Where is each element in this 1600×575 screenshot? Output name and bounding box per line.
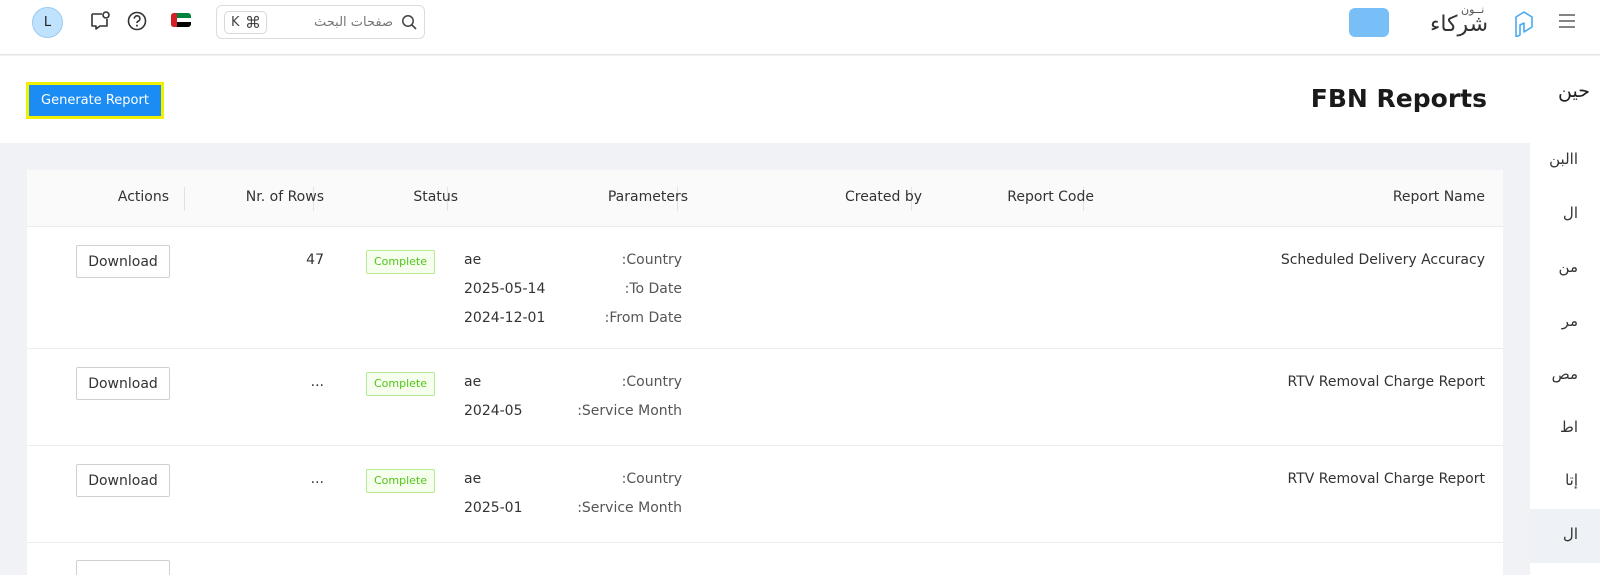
param-value: 2025-01	[464, 500, 523, 516]
generate-report-button[interactable]: Generate Report	[26, 82, 164, 119]
sidebar-item-4[interactable]: مر	[1530, 296, 1600, 350]
param-value: 2024-12-01	[464, 310, 546, 326]
command-key-icon: ⌘	[245, 13, 261, 32]
search-box[interactable]: K ⌘	[216, 5, 425, 39]
col-parameters[interactable]: Parameters	[608, 189, 688, 205]
sidebar-item-1[interactable]: االبن	[1530, 134, 1600, 188]
download-button[interactable]: Download	[76, 245, 170, 278]
download-button[interactable]: Download	[76, 464, 170, 497]
search-input[interactable]	[275, 12, 393, 32]
sidebar-item-label: مص	[1551, 365, 1578, 383]
col-actions: Actions	[117, 189, 169, 205]
feedback-icon[interactable]	[89, 10, 111, 32]
sidebar-item-3[interactable]: من	[1530, 242, 1600, 296]
col-created-by[interactable]: Created by	[845, 189, 922, 205]
sidebar-item-label: ال	[1562, 204, 1578, 222]
sidebar-item-label: االبن	[1549, 150, 1578, 168]
table-row: Scheduled Delivery Accuracy :Country ae …	[27, 227, 1503, 349]
report-name: Scheduled Delivery Accuracy	[1280, 252, 1485, 268]
page-header: Generate Report FBN Reports	[0, 56, 1530, 143]
column-divider	[184, 187, 185, 211]
status-badge: Complete	[366, 372, 436, 396]
param-label: :From Date	[604, 310, 682, 326]
param-value: ae	[464, 471, 482, 487]
param-label: :To Date	[624, 281, 682, 297]
download-button[interactable]	[76, 560, 170, 575]
table-row: RTV Removal Charge Report :Country ae :S…	[27, 446, 1503, 543]
param-label: :Country	[621, 252, 682, 268]
param-label: :Service Month	[577, 500, 682, 516]
col-nr-of-rows[interactable]: Nr. of Rows	[246, 189, 324, 205]
logo-text: شركاء	[1430, 12, 1489, 37]
search-icon	[402, 15, 417, 30]
store-selector[interactable]	[1349, 8, 1389, 37]
param-value: ae	[464, 252, 482, 268]
row-count: ...	[310, 471, 324, 487]
sidebar-item-label: من	[1558, 258, 1578, 276]
status-badge: Complete	[366, 250, 436, 274]
sidebar-item-label: مر	[1561, 312, 1578, 330]
table-row	[27, 543, 1503, 575]
sidebar: حين االبن ال من مر مص اط إتا ال	[1530, 56, 1600, 575]
menu-icon[interactable]	[1558, 13, 1576, 29]
logo-mark-icon	[1515, 11, 1533, 37]
report-name: RTV Removal Charge Report	[1287, 471, 1485, 487]
logo: نــون شركاء	[1430, 3, 1536, 39]
status-badge: Complete	[366, 469, 436, 493]
param-value: ae	[464, 374, 482, 390]
table-header: Report Name Report Code Created by Param…	[27, 170, 1503, 227]
sidebar-item-label: اط	[1559, 418, 1578, 436]
param-label: :Country	[621, 374, 682, 390]
param-label: :Service Month	[577, 403, 682, 419]
help-icon[interactable]	[126, 10, 148, 32]
sidebar-item-8-active[interactable]: ال	[1530, 509, 1600, 563]
param-value: 2024-05	[464, 403, 523, 419]
sidebar-item-7[interactable]: إتا	[1530, 455, 1600, 509]
shortcut-key: K	[231, 15, 240, 30]
page-title: FBN Reports	[1310, 84, 1487, 113]
col-status[interactable]: Status	[413, 189, 458, 205]
param-value: 2025-05-14	[464, 281, 546, 297]
col-report-code[interactable]: Report Code	[1007, 189, 1094, 205]
param-label: :Country	[621, 471, 682, 487]
row-count: 47	[306, 252, 324, 268]
col-report-name[interactable]: Report Name	[1393, 189, 1485, 205]
sidebar-item-label: ال	[1562, 525, 1578, 543]
download-button[interactable]: Download	[76, 367, 170, 400]
user-avatar[interactable]: L	[32, 7, 63, 38]
sidebar-heading: حين	[1558, 80, 1590, 102]
report-name: RTV Removal Charge Report	[1287, 374, 1485, 390]
sidebar-item-6[interactable]: اط	[1530, 402, 1600, 456]
sidebar-item-label: إتا	[1565, 471, 1578, 489]
sidebar-item-2[interactable]: ال	[1530, 188, 1600, 242]
reports-table: Report Name Report Code Created by Param…	[27, 170, 1503, 575]
table-row: RTV Removal Charge Report :Country ae :S…	[27, 349, 1503, 446]
sidebar-item-5[interactable]: مص	[1530, 349, 1600, 403]
uae-flag-icon[interactable]	[171, 13, 191, 27]
shortcut-hint: K ⌘	[224, 11, 267, 34]
row-count: ...	[310, 374, 324, 390]
top-header: L K ⌘ نــون شركاء	[0, 0, 1600, 55]
